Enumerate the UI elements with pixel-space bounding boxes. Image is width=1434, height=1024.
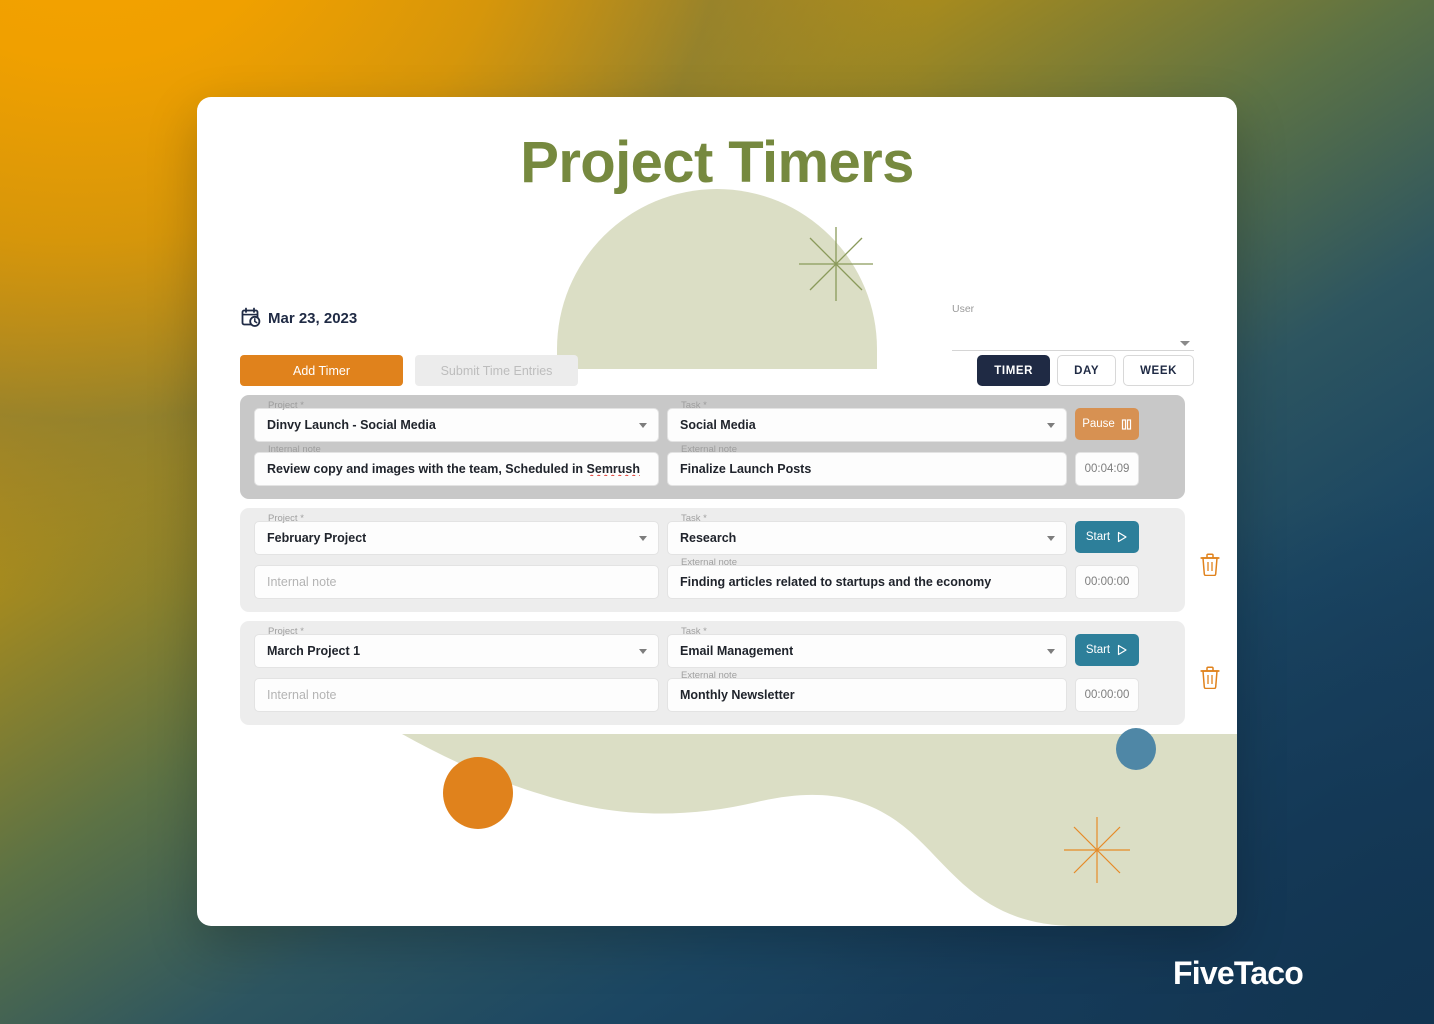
chevron-down-icon (1047, 536, 1055, 541)
internal-note-placeholder: Internal note (267, 575, 337, 589)
chevron-down-icon (639, 649, 647, 654)
elapsed-time: 00:00:00 (1075, 565, 1139, 599)
task-label: Task * (681, 400, 707, 411)
project-select[interactable]: Project * March Project 1 (254, 627, 659, 668)
external-note-value: Monthly Newsletter (680, 688, 795, 702)
project-select[interactable]: Project * February Project (254, 514, 659, 555)
external-note-input[interactable]: External note Finding articles related t… (667, 558, 1067, 599)
internal-note-value: Review copy and images with the team, Sc… (267, 462, 641, 476)
internal-note-input[interactable]: Internal note (254, 678, 659, 712)
chevron-down-icon (1180, 341, 1190, 346)
user-select-field[interactable] (952, 329, 1194, 351)
external-note-input[interactable]: External note Finalize Launch Posts (667, 445, 1067, 486)
page-title: Project Timers (520, 130, 914, 195)
timer-card-top-row: Project * March Project 1 Task * Email M… (254, 627, 1173, 668)
task-label: Task * (681, 626, 707, 637)
chevron-down-icon (639, 536, 647, 541)
timer-card-bottom-row: Internal note External note Monthly News… (254, 671, 1173, 712)
external-note-label: External note (681, 557, 737, 568)
internal-note-placeholder: Internal note (267, 688, 337, 702)
chevron-down-icon (1047, 423, 1055, 428)
bottom-decoration (197, 726, 1237, 926)
chevron-down-icon (639, 423, 647, 428)
internal-note-input[interactable]: Internal note (254, 565, 659, 599)
sage-wave-shape (402, 734, 1237, 926)
project-value: February Project (267, 531, 367, 545)
pause-icon (1121, 418, 1131, 430)
pause-button-label: Pause (1082, 418, 1115, 430)
task-select[interactable]: Task * Email Management (667, 627, 1067, 668)
app-card: Project Timers Mar 23, 2023 User Add Tim… (197, 97, 1237, 926)
action-buttons: Add Timer Submit Time Entries (240, 355, 578, 386)
pause-button[interactable]: Pause (1075, 408, 1139, 440)
external-note-input[interactable]: External note Monthly Newsletter (667, 671, 1067, 712)
submit-time-entries-button[interactable]: Submit Time Entries (415, 355, 578, 386)
task-value: Social Media (680, 418, 756, 432)
view-toggle-week[interactable]: WEEK (1123, 355, 1194, 386)
project-select[interactable]: Project * Dinvy Launch - Social Media (254, 401, 659, 442)
view-toggle-day[interactable]: DAY (1057, 355, 1117, 386)
timer-card-top-row: Project * February Project Task * Resear… (254, 514, 1173, 555)
blue-circle-shape (1116, 728, 1156, 770)
hero-section: Project Timers (197, 97, 1237, 369)
timer-card-top-row: Project * Dinvy Launch - Social Media Ta… (254, 401, 1173, 442)
timer-list: Project * Dinvy Launch - Social Media Ta… (240, 395, 1220, 725)
timer-card: Project * Dinvy Launch - Social Media Ta… (240, 395, 1185, 499)
orange-circle-shape (443, 757, 513, 829)
content-area: Mar 23, 2023 User Add Timer Submit Time … (197, 297, 1237, 725)
delete-timer-button[interactable] (1199, 665, 1221, 690)
trash-icon (1200, 553, 1220, 577)
project-label: Project * (268, 626, 304, 637)
external-note-value: Finding articles related to startups and… (680, 575, 992, 589)
task-value: Email Management (680, 644, 794, 658)
add-timer-button[interactable]: Add Timer (240, 355, 403, 386)
brand-logo: FiveTaco (1173, 955, 1304, 991)
user-select[interactable]: User (952, 303, 1194, 351)
view-toggle-timer[interactable]: TIMER (977, 355, 1051, 386)
internal-note-input[interactable]: Internal note Review copy and images wit… (254, 445, 659, 486)
project-value: Dinvy Launch - Social Media (267, 418, 436, 432)
start-button-label: Start (1085, 531, 1111, 543)
external-note-label: External note (681, 444, 737, 455)
elapsed-time: 00:00:00 (1075, 678, 1139, 712)
task-select[interactable]: Task * Research (667, 514, 1067, 555)
date-label: Mar 23, 2023 (268, 309, 358, 327)
task-select[interactable]: Task * Social Media (667, 401, 1067, 442)
internal-note-label: Internal note (268, 444, 321, 455)
start-button[interactable]: Start (1075, 521, 1139, 553)
view-toggle-group: TIMER DAY WEEK (977, 355, 1194, 386)
timer-card: Project * February Project Task * Resear… (240, 508, 1220, 612)
play-icon (1118, 531, 1127, 543)
external-note-label: External note (681, 670, 737, 681)
project-label: Project * (268, 513, 304, 524)
calendar-clock-icon (241, 307, 261, 327)
project-value: March Project 1 (267, 644, 361, 658)
timer-card-bottom-row: Internal note Review copy and images wit… (254, 445, 1173, 486)
trash-icon (1200, 666, 1220, 690)
start-button-label: Start (1085, 644, 1111, 656)
misspelled-word: Semrush (586, 462, 641, 476)
delete-timer-button[interactable] (1199, 552, 1221, 577)
play-icon (1118, 644, 1127, 656)
timer-card: Project * March Project 1 Task * Email M… (240, 621, 1220, 725)
chevron-down-icon (1047, 649, 1055, 654)
toolbar: Mar 23, 2023 User Add Timer Submit Time … (240, 297, 1194, 389)
sparkle-icon (1064, 817, 1130, 883)
start-button[interactable]: Start (1075, 634, 1139, 666)
task-label: Task * (681, 513, 707, 524)
user-select-label: User (952, 303, 975, 315)
elapsed-time: 00:04:09 (1075, 452, 1139, 486)
date-display[interactable]: Mar 23, 2023 (240, 306, 357, 330)
project-label: Project * (268, 400, 304, 411)
task-value: Research (680, 531, 737, 545)
external-note-value: Finalize Launch Posts (680, 462, 812, 476)
sparkle-icon (799, 227, 873, 301)
timer-card-bottom-row: Internal note External note Finding arti… (254, 558, 1173, 599)
